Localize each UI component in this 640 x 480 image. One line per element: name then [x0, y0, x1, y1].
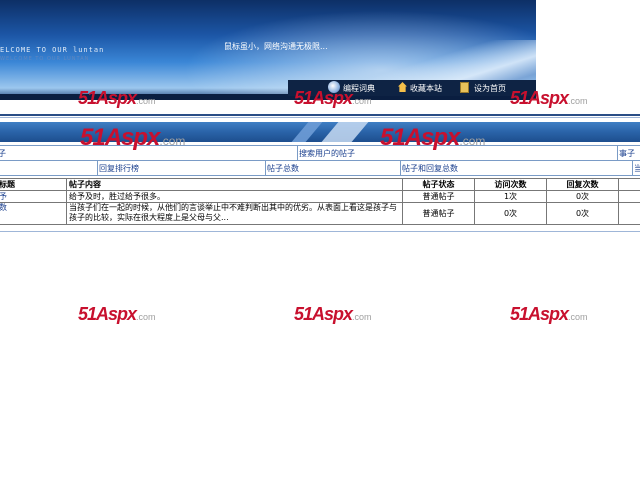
- watermark-brand: 51Aspx: [78, 304, 137, 324]
- link-current[interactable]: 当: [634, 163, 640, 174]
- strip-decoration-light: [318, 122, 372, 142]
- cell-extra: [618, 202, 640, 225]
- watermark-brand: 51Aspx: [294, 304, 353, 324]
- header-visits: 访问次数: [474, 178, 547, 191]
- watermark-brand: 51Aspx: [294, 88, 353, 108]
- welcome-text: ELCOME TO OUR luntan: [0, 46, 105, 54]
- watermark-brand: 51Aspx: [78, 88, 137, 108]
- watermark-logo: 51Aspx.com: [380, 124, 485, 152]
- cell-title[interactable]: 数: [0, 202, 67, 225]
- watermark-suffix: .com: [459, 134, 486, 148]
- link-posts[interactable]: 子: [0, 148, 6, 159]
- cell-visits: 0次: [474, 202, 547, 225]
- watermark-suffix: .com: [352, 96, 372, 106]
- book-icon: [460, 82, 469, 93]
- watermark-suffix: .com: [159, 134, 186, 148]
- watermark-logo: 51Aspx.com: [80, 124, 185, 152]
- cell-title[interactable]: 予: [0, 190, 67, 203]
- link-more[interactable]: 事子: [619, 148, 635, 159]
- table-row: 予 给予及时，胜过给予很多。 普通帖子 1次 0次: [0, 190, 640, 203]
- posts-table: 标题 帖子内容 帖子状态 访问次数 回复次数 予 给予及时，胜过给予很多。 普通…: [0, 178, 640, 225]
- watermark-logo: 51Aspx.com: [78, 304, 156, 325]
- strip-decoration: [288, 122, 326, 142]
- watermark-suffix: .com: [136, 312, 156, 322]
- row-separator: [617, 146, 618, 160]
- cell-status: 普通帖子: [402, 190, 475, 203]
- header-status: 帖子状态: [402, 178, 475, 191]
- link-post-total[interactable]: 帖子总数: [267, 163, 299, 174]
- watermark-logo: 51Aspx.com: [294, 304, 372, 325]
- welcome-subtext: WELCOME TO OUR LUNTAN: [0, 56, 90, 62]
- watermark-suffix: .com: [136, 96, 156, 106]
- row-separator: [297, 146, 298, 160]
- cell-status: 普通帖子: [402, 202, 475, 225]
- post-title-link[interactable]: 予: [0, 192, 7, 201]
- link-post-reply-total[interactable]: 帖子和回复总数: [402, 163, 458, 174]
- link-search-user-posts[interactable]: 搜索用户的帖子: [299, 148, 355, 159]
- table-header-row: 标题 帖子内容 帖子状态 访问次数 回复次数: [0, 178, 640, 191]
- table-bottom-line: [0, 231, 640, 232]
- watermark-logo: 51Aspx.com: [78, 88, 156, 109]
- nav-link-bookmark[interactable]: 收藏本站: [410, 83, 442, 94]
- cell-visits: 1次: [474, 190, 547, 203]
- divider-line-thin: [0, 117, 640, 118]
- post-title-link[interactable]: 数: [0, 204, 7, 213]
- watermark-suffix: .com: [568, 312, 588, 322]
- divider-line: [0, 114, 640, 116]
- watermark-logo: 51Aspx.com: [294, 88, 372, 109]
- watermark-brand: 51Aspx: [510, 88, 569, 108]
- cell-content: 给予及时，胜过给予很多。: [66, 190, 403, 203]
- watermark-brand: 51Aspx: [380, 124, 460, 151]
- row-separator: [265, 161, 266, 175]
- cell-replies: 0次: [546, 190, 619, 203]
- header-replies: 回复次数: [546, 178, 619, 191]
- link-row-2: 回复排行榜 帖子总数 帖子和回复总数 当: [0, 160, 640, 176]
- watermark-logo: 51Aspx.com: [510, 88, 588, 109]
- row-separator: [632, 161, 633, 175]
- link-reply-ranking[interactable]: 回复排行榜: [99, 163, 139, 174]
- watermark-logo: 51Aspx.com: [510, 304, 588, 325]
- header-extra: [618, 178, 640, 191]
- watermark-brand: 51Aspx: [510, 304, 569, 324]
- cell-content: 当孩子们在一起的时候，从他们的言谈举止中不难判断出其中的优劣。从表面上看这是孩子…: [66, 202, 403, 225]
- watermark-brand: 51Aspx: [80, 124, 160, 151]
- header-content: 帖子内容: [66, 178, 403, 191]
- watermark-suffix: .com: [568, 96, 588, 106]
- cell-extra: [618, 190, 640, 203]
- row-separator: [400, 161, 401, 175]
- table-row: 数 当孩子们在一起的时候，从他们的言谈举止中不难判断出其中的优劣。从表面上看这是…: [0, 202, 640, 225]
- watermark-suffix: .com: [352, 312, 372, 322]
- cell-replies: 0次: [546, 202, 619, 225]
- header-title: 标题: [0, 178, 67, 191]
- banner-slogan: 鼠标虽小，网络沟通无极限...: [224, 42, 328, 51]
- row-separator: [97, 161, 98, 175]
- nav-link-set-homepage[interactable]: 设为首页: [474, 83, 506, 94]
- header-banner: ELCOME TO OUR luntan WELCOME TO OUR LUNT…: [0, 0, 536, 100]
